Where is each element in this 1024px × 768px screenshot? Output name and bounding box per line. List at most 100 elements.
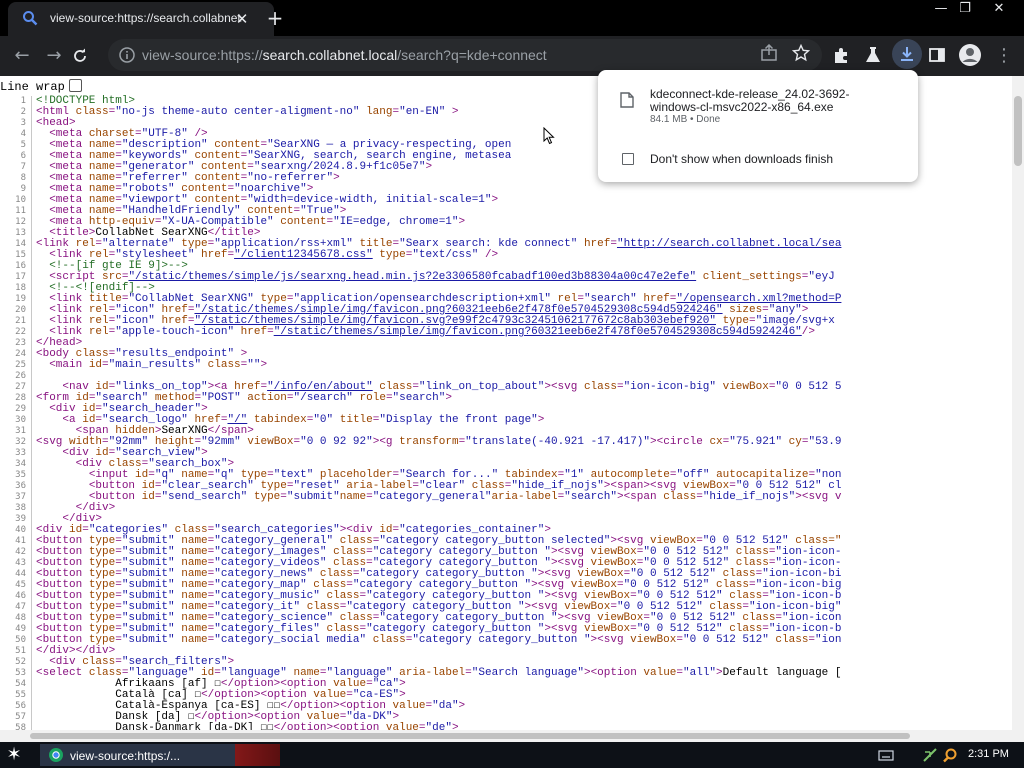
line-wrap-toggle: Line wrap bbox=[0, 79, 82, 94]
download-item[interactable]: kdeconnect-kde-release_24.02-3692- windo… bbox=[650, 88, 900, 114]
horizontal-scrollbar[interactable] bbox=[0, 730, 1012, 742]
line-content: <button id="send_search" type="submit"na… bbox=[88, 491, 842, 503]
line-number: 55 bbox=[15, 690, 26, 700]
line-number: 22 bbox=[15, 327, 26, 337]
line-number: 33 bbox=[15, 448, 26, 458]
tab-title: view-source:https://search.collabnet.loc… bbox=[50, 11, 242, 25]
line-number: 28 bbox=[15, 393, 26, 403]
line-number: 26 bbox=[15, 371, 26, 381]
forward-icon[interactable]: → bbox=[40, 42, 68, 70]
line-number: 52 bbox=[15, 657, 26, 667]
line-number: 10 bbox=[15, 195, 26, 205]
line-number: 16 bbox=[15, 261, 26, 271]
line-number: 29 bbox=[15, 404, 26, 414]
vertical-scroll-thumb[interactable] bbox=[1014, 96, 1022, 166]
line-number: 23 bbox=[15, 338, 26, 348]
line-number: 17 bbox=[15, 272, 26, 282]
line-number: 35 bbox=[15, 470, 26, 480]
start-menu-icon[interactable]: ✶ bbox=[4, 745, 24, 765]
line-content: <script src="/static/themes/simple/js/se… bbox=[49, 271, 835, 283]
line-number: 11 bbox=[15, 206, 26, 216]
line-number: 38 bbox=[15, 503, 26, 513]
extensions-icon[interactable] bbox=[832, 46, 850, 64]
line-number: 27 bbox=[15, 382, 26, 392]
line-number: 39 bbox=[15, 514, 26, 524]
labs-flask-icon[interactable] bbox=[864, 46, 882, 64]
source-line: 37 <button id="send_search" type="submit… bbox=[0, 492, 1012, 503]
new-tab-icon[interactable]: + bbox=[264, 7, 286, 29]
line-number: 21 bbox=[15, 316, 26, 326]
line-number: 49 bbox=[15, 624, 26, 634]
taskbar-task-label: view-source:https:/... bbox=[70, 749, 181, 763]
line-number: 18 bbox=[15, 283, 26, 293]
url-path: /search?q=kde+connect bbox=[397, 47, 547, 63]
line-number: 25 bbox=[15, 360, 26, 370]
line-number: 30 bbox=[15, 415, 26, 425]
more-menu-icon[interactable]: ⋮ bbox=[990, 42, 1018, 70]
line-number: 3 bbox=[20, 118, 26, 128]
url-host: search.collabnet.local bbox=[262, 47, 398, 63]
profile-avatar-icon[interactable] bbox=[958, 43, 982, 67]
source-line: 38 </div> bbox=[0, 503, 1012, 514]
line-number: 54 bbox=[15, 679, 26, 689]
file-icon bbox=[620, 92, 634, 108]
line-number: 2 bbox=[20, 107, 26, 117]
line-number: 48 bbox=[15, 613, 26, 623]
side-panel-icon[interactable] bbox=[928, 46, 946, 64]
line-number: 42 bbox=[15, 547, 26, 557]
download-status: 84.1 MB • Done bbox=[650, 114, 721, 125]
line-number: 50 bbox=[15, 635, 26, 645]
download-filename-line2: windows-cl-msvc2022-x86_64.exe bbox=[650, 100, 834, 114]
close-tab-icon[interactable]: ✕ bbox=[234, 11, 250, 27]
browser-tab[interactable]: view-source:https://search.collabnet.loc… bbox=[8, 2, 274, 36]
close-window-icon[interactable]: ✕ bbox=[982, 0, 1016, 18]
url-text: view-source:https://search.collabnet.loc… bbox=[142, 47, 547, 63]
download-bubble: kdeconnect-kde-release_24.02-3692- windo… bbox=[598, 70, 918, 182]
search-tray-icon[interactable] bbox=[942, 747, 958, 763]
line-wrap-checkbox[interactable] bbox=[68, 79, 82, 92]
download-icon bbox=[901, 47, 913, 61]
line-number: 36 bbox=[15, 481, 26, 491]
keyboard-icon[interactable] bbox=[878, 747, 894, 763]
line-number: 13 bbox=[15, 228, 26, 238]
browser-app-icon bbox=[49, 748, 63, 762]
bookmark-star-icon[interactable] bbox=[792, 44, 810, 62]
line-number: 8 bbox=[20, 173, 26, 183]
site-info-icon[interactable] bbox=[118, 46, 136, 64]
tab-strip: view-source:https://search.collabnet.loc… bbox=[0, 0, 1024, 36]
download-button[interactable] bbox=[892, 39, 922, 69]
line-number: 19 bbox=[15, 294, 26, 304]
restore-icon[interactable]: ❐ bbox=[948, 0, 982, 18]
network-icon[interactable] bbox=[922, 747, 938, 763]
back-icon[interactable]: ← bbox=[8, 42, 36, 70]
horizontal-scroll-thumb[interactable] bbox=[30, 733, 910, 739]
line-number: 4 bbox=[20, 129, 26, 139]
line-number: 12 bbox=[15, 217, 26, 227]
search-icon bbox=[23, 11, 38, 26]
source-code: 1 <!DOCTYPE html> 2 <html class="no-js them… bbox=[0, 96, 1012, 734]
source-line: 50 <button type="submit" name="category_s… bbox=[0, 635, 1012, 646]
address-bar[interactable]: view-source:https://search.collabnet.loc… bbox=[108, 39, 822, 71]
vertical-scrollbar[interactable] bbox=[1012, 76, 1024, 742]
line-number: 32 bbox=[15, 437, 26, 447]
taskbar-task-browser[interactable]: view-source:https:/... bbox=[40, 744, 235, 766]
line-number: 37 bbox=[15, 492, 26, 502]
line-number: 7 bbox=[20, 162, 26, 172]
clock: 2:31 PM bbox=[968, 748, 1009, 760]
line-number: 20 bbox=[15, 305, 26, 315]
line-number: 9 bbox=[20, 184, 26, 194]
line-number: 14 bbox=[15, 239, 26, 249]
line-number: 1 bbox=[20, 96, 26, 106]
line-content: <link rel="apple-touch-icon" href="/stat… bbox=[49, 326, 815, 338]
line-number: 34 bbox=[15, 459, 26, 469]
share-icon[interactable] bbox=[760, 44, 778, 62]
dont-show-label[interactable]: Don't show when downloads finish bbox=[650, 152, 833, 166]
dont-show-checkbox[interactable] bbox=[622, 153, 634, 165]
line-number: 57 bbox=[15, 712, 26, 722]
mouse-cursor-icon bbox=[543, 127, 555, 145]
line-content: <html class="no-js theme-auto center-ali… bbox=[36, 106, 459, 118]
line-number: 53 bbox=[15, 668, 26, 678]
line-number: 41 bbox=[15, 536, 26, 546]
reload-icon[interactable] bbox=[72, 48, 88, 64]
line-number: 5 bbox=[20, 140, 26, 150]
